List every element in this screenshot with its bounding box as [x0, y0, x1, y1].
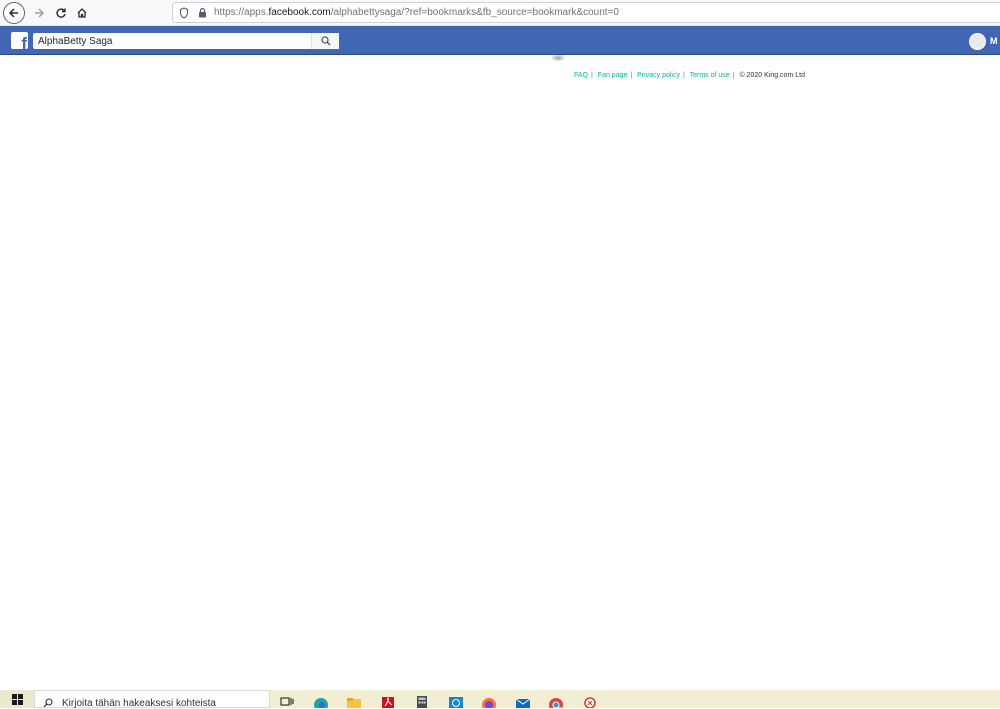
facebook-username[interactable]: M [990, 36, 1000, 46]
forward-arrow-icon [35, 8, 45, 18]
fan-page-link[interactable]: Fan page [598, 72, 628, 79]
snipping-tool-icon[interactable] [582, 695, 598, 708]
url-bar[interactable]: https://apps.facebook.com/alphabettysaga… [172, 2, 1000, 23]
search-icon [320, 36, 330, 46]
mail-icon[interactable] [515, 695, 531, 708]
copyright-text: © 2020 King.com Ltd [739, 72, 805, 79]
windows-taskbar: Kirjoita tähän hakeaksesi kohteista [0, 690, 1000, 709]
home-button[interactable] [70, 1, 94, 25]
url-domain: facebook.com [268, 7, 331, 18]
avatar[interactable] [969, 32, 986, 50]
file-explorer-icon[interactable] [346, 695, 362, 708]
edge-icon[interactable] [313, 695, 329, 708]
chrome-icon[interactable] [548, 695, 564, 708]
loading-shadow [552, 55, 564, 61]
network-icon[interactable] [448, 695, 464, 708]
home-icon [77, 8, 87, 18]
footer-separator: | [591, 72, 593, 79]
url-prefix: https://apps. [214, 7, 269, 18]
windows-logo-icon [11, 693, 23, 705]
footer-separator: | [682, 72, 685, 79]
lock-icon [199, 7, 206, 18]
facebook-search-input[interactable] [33, 33, 309, 49]
firefox-icon[interactable] [481, 695, 497, 708]
back-arrow-icon [8, 8, 18, 18]
acrobat-icon[interactable] [380, 695, 396, 708]
footer-separator: | [732, 72, 735, 79]
facebook-logo-letter: f [21, 34, 27, 49]
faq-link[interactable]: FAQ [574, 72, 588, 79]
start-button[interactable] [0, 690, 34, 708]
facebook-search-button[interactable] [311, 33, 339, 49]
taskbar-search-placeholder: Kirjoita tähän hakeaksesi kohteista [62, 698, 216, 709]
calculator-icon[interactable] [414, 695, 430, 708]
url-path: /alphabettysaga/?ref=bookmarks&fb_source… [330, 7, 619, 18]
task-view-icon[interactable] [280, 695, 296, 708]
taskbar-search-box[interactable]: Kirjoita tähän hakeaksesi kohteista [34, 690, 270, 709]
facebook-header: f M [0, 26, 1000, 55]
facebook-user-profile[interactable]: M [969, 31, 1000, 51]
footer-separator: | [630, 72, 633, 79]
forward-button[interactable] [27, 1, 51, 25]
facebook-search-box [33, 33, 339, 49]
facebook-logo-icon[interactable]: f [11, 32, 28, 49]
terms-of-use-link[interactable]: Terms of use [690, 72, 730, 79]
reload-icon [56, 8, 66, 18]
shield-icon [179, 7, 189, 19]
game-footer: FAQ | Fan page | Privacy policy | Terms of … [574, 72, 805, 79]
back-button[interactable] [3, 2, 25, 24]
url-text[interactable]: https://apps.facebook.com/alphabettysaga… [214, 7, 619, 18]
browser-toolbar: https://apps.facebook.com/alphabettysaga… [0, 0, 1000, 26]
search-icon [43, 698, 53, 708]
privacy-policy-link[interactable]: Privacy policy [637, 72, 680, 79]
